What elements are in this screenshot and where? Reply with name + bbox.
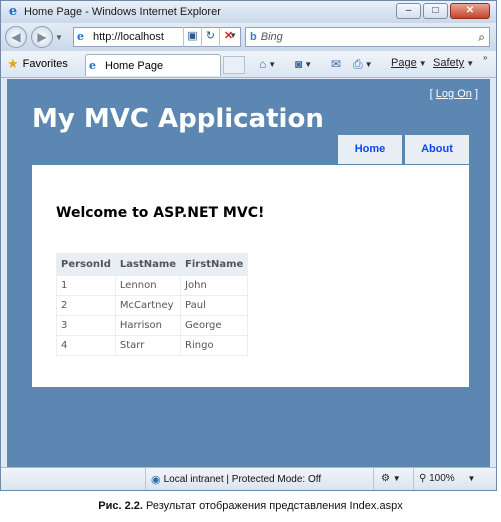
app-title: My MVC Application [32,104,324,134]
forward-arrow-icon: ▶ [37,30,47,44]
logon-close-bracket: ] [474,88,478,100]
cell-personid: 2 [56,295,116,316]
zoom-icon: ⚲ [419,473,427,484]
cell-lastname: McCartney [114,295,182,316]
address-input[interactable]: http://localhost [93,31,164,43]
cell-firstname: John [180,275,249,296]
home-dropdown-icon[interactable]: ▼ [268,60,276,69]
navigation-bar: ◀ ▶ ▼ e http://localhost ▼ ▣ ↻ ✕ b Bing … [1,23,496,51]
search-input[interactable]: Bing [261,31,283,43]
forward-button[interactable]: ▶ [31,26,53,48]
table-row: 3 Harrison George [56,315,249,336]
security-zone-label: Local intranet | Protected Mode: Off [163,474,322,485]
page-menu[interactable]: Page ▼ [391,57,427,69]
refresh-icon[interactable]: ↻ [201,27,219,47]
table-row: 2 McCartney Paul [56,295,249,316]
cell-lastname: Lennon [114,275,182,296]
intranet-zone-icon: ◉ [151,474,161,486]
people-table: PersonId LastName FirstName 1 Lennon Joh… [56,253,249,356]
more-tools-icon[interactable]: » [483,53,487,62]
back-arrow-icon: ◀ [11,30,21,44]
page-content: [ Log On ] My MVC Application Home About… [7,79,490,467]
table-row: 1 Lennon John [56,275,249,296]
safety-menu[interactable]: Safety ▼ [433,57,474,69]
menu-item-about[interactable]: About [405,135,469,164]
mail-icon: ✉ [331,57,342,71]
feeds-dropdown-icon[interactable]: ▼ [304,60,312,69]
cell-lastname: Harrison [114,315,182,336]
cell-firstname: Paul [180,295,249,316]
safety-dropdown-icon: ▼ [466,58,475,68]
ie-logo-icon: e [8,4,18,19]
figure-caption: Рис. 2.2. Результат отображения представ… [0,500,501,512]
safety-menu-label: Safety [433,57,465,69]
main-menu: Home About [338,135,469,164]
column-header-personid: PersonId [56,253,116,276]
page-menu-label: Page [391,57,417,69]
tab-label: Home Page [105,59,164,72]
cell-personid: 4 [56,335,116,356]
status-divider [413,468,414,490]
menu-item-home[interactable]: Home [338,135,402,164]
home-icon: ⌂ [259,57,267,71]
zoom-dropdown-icon[interactable]: ▼ [467,474,475,483]
close-button[interactable]: ✕ [450,3,490,19]
welcome-heading: Welcome to ASP.NET MVC! [56,205,265,221]
address-tools: ▣ ↻ ✕ [183,27,237,47]
column-header-firstname: FirstName [180,253,249,276]
printer-icon: ⎙ [353,57,363,71]
bing-logo-icon: b [250,31,257,43]
tab-home-page[interactable]: e Home Page [85,54,221,76]
new-tab-button[interactable] [223,56,245,74]
mail-button[interactable]: ✉ [331,57,341,71]
main-panel: Welcome to ASP.NET MVC! PersonId LastNam… [32,165,469,387]
cell-personid: 1 [56,275,116,296]
zoom-control[interactable]: ⚲ 100% ▼ [419,473,475,484]
protected-mode-icon[interactable]: ⚙ ▼ [381,473,401,484]
security-zone[interactable]: ◉ Local intranet | Protected Mode: Off [151,473,321,486]
figure-number: Рис. 2.2. [98,500,143,512]
home-button[interactable]: ⌂ ▼ [259,57,276,71]
figure-caption-text: Результат отображения представления Inde… [146,500,403,512]
favorites-label: Favorites [22,58,68,70]
print-button[interactable]: ⎙ ▼ [353,57,373,72]
print-dropdown-icon[interactable]: ▼ [365,60,373,69]
window-controls: – □ ✕ [396,3,490,19]
status-bar: ◉ Local intranet | Protected Mode: Off ⚙… [1,467,496,490]
title-bar: e Home Page - Windows Internet Explorer … [1,1,496,23]
search-box[interactable]: b Bing ⌕ [245,27,490,47]
status-divider [145,468,146,490]
back-button[interactable]: ◀ [5,26,27,48]
minimize-button[interactable]: – [396,3,421,19]
star-icon: ★ [7,56,19,71]
feeds-button[interactable]: ◙ ▼ [295,57,312,71]
cell-lastname: Starr [114,335,182,356]
page-dropdown-icon: ▼ [418,58,427,68]
favorites-button[interactable]: ★ Favorites [7,56,68,72]
status-divider [373,468,374,490]
stop-icon[interactable]: ✕ [219,27,237,47]
cell-firstname: Ringo [180,335,249,356]
zoom-level: 100% [429,473,455,484]
history-dropdown-icon[interactable]: ▼ [55,33,63,42]
column-header-lastname: LastName [114,253,182,276]
tab-page-icon: e [89,58,96,72]
maximize-button[interactable]: □ [423,3,448,19]
cell-personid: 3 [56,315,116,336]
favorites-bar: ★ Favorites e Home Page ⌂ ▼ ◙ ▼ ✉ ⎙ ▼ Page ▼… [1,51,496,78]
logon-open-bracket: [ [429,88,433,100]
compatibility-view-icon[interactable]: ▣ [183,27,201,47]
rss-feed-icon: ◙ [295,57,303,71]
table-row: 4 Starr Ringo [56,335,249,356]
browser-window: e Home Page - Windows Internet Explorer … [0,0,497,491]
logon-display: [ Log On ] [430,88,478,100]
logon-link[interactable]: Log On [436,88,472,100]
table-header-row: PersonId LastName FirstName [56,253,249,276]
page-icon: e [77,30,84,43]
cell-firstname: George [180,315,249,336]
window-title: Home Page - Windows Internet Explorer [24,6,221,18]
search-icon[interactable]: ⌕ [478,30,485,45]
